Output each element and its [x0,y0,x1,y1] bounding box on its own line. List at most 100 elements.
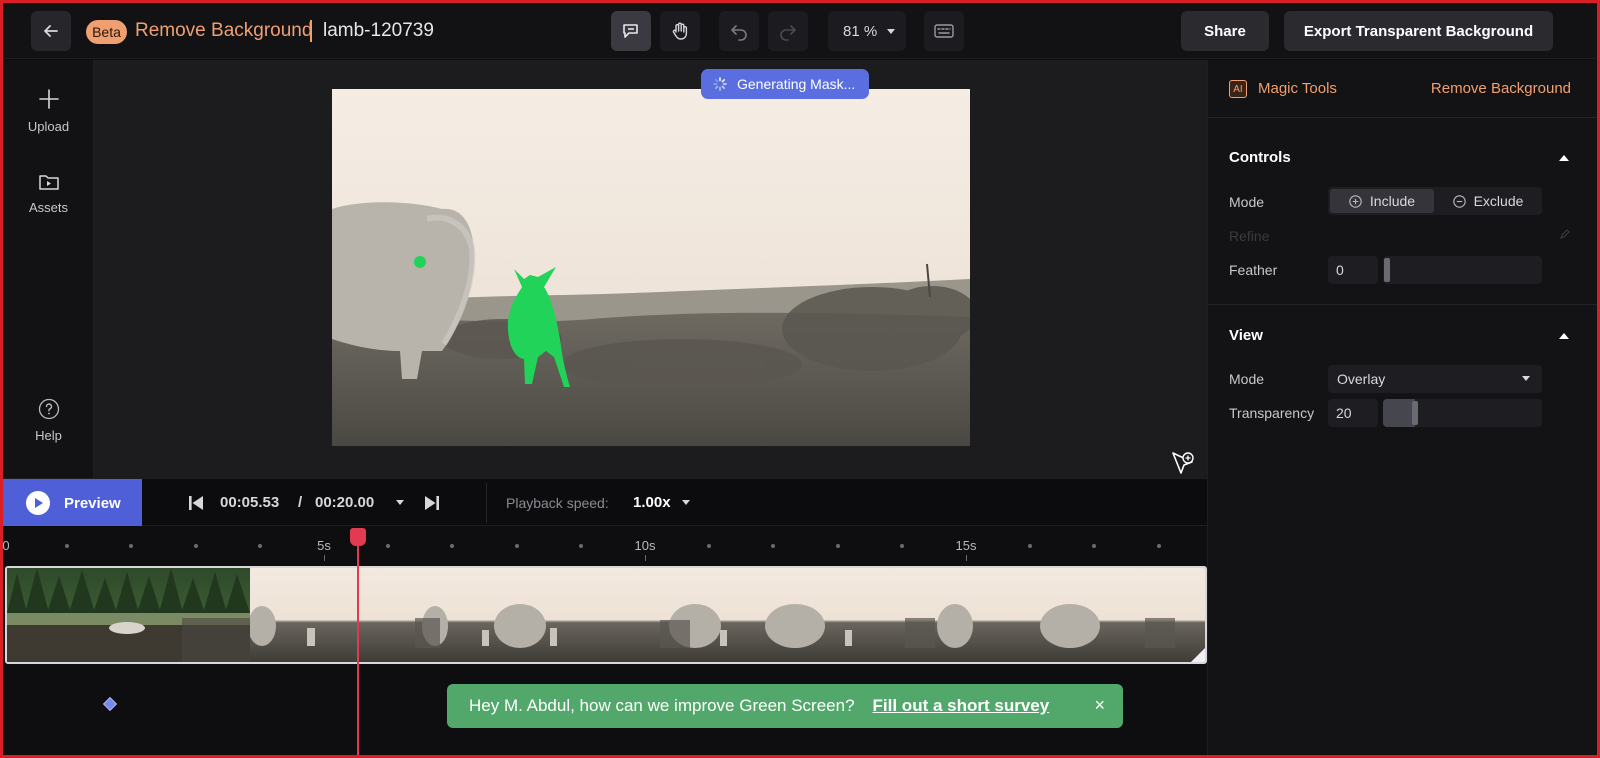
transparency-slider[interactable] [1383,399,1542,427]
tick-dot [1092,544,1097,548]
tick-mark [645,555,646,561]
select-mask-icon [623,24,638,38]
video-track[interactable] [5,566,1207,664]
transparency-label: Transparency [1229,405,1315,421]
timeline-ruler[interactable]: 0 5s 10s 15s [2,526,1225,564]
feather-label: Feather [1229,262,1278,278]
playback-speed-value[interactable]: 1.00x [633,494,671,511]
undo-button[interactable] [719,11,759,51]
transparency-input[interactable]: 20 [1328,399,1378,427]
playhead-line [357,544,360,755]
player-divider [486,483,487,523]
view-mode-select[interactable]: Overlay [1328,365,1542,393]
hand-icon [672,22,688,40]
current-time: 00:05.53 [220,494,280,511]
survey-link[interactable]: Fill out a short survey [873,696,1050,716]
skip-to-end-icon[interactable] [424,495,440,511]
plus-circle-icon [1349,194,1362,208]
keyframe-marker[interactable] [102,696,118,712]
file-name[interactable]: lamb-120739 [323,20,434,42]
sidebar-item-assets[interactable]: Assets [3,172,94,215]
chevron-down-icon[interactable] [681,499,691,507]
feather-slider-handle[interactable] [1384,258,1390,282]
skip-to-start-icon[interactable] [188,495,204,511]
include-label: Include [1369,193,1416,209]
tick-dot [771,544,776,548]
chevron-down-icon[interactable] [395,499,405,507]
keyboard-shortcuts-button[interactable] [924,11,964,51]
app-title: Remove Background [135,20,313,41]
chevron-down-icon [887,29,895,34]
tick-dot [578,544,583,548]
tick-dot [835,544,840,548]
video-frame[interactable] [332,89,970,446]
tick-mark [966,555,967,561]
sidebar-item-upload[interactable]: Upload [3,87,94,134]
mask-status-text: Generating Mask... [737,76,856,92]
tick-dot [65,544,70,548]
sidebar-item-label: Upload [27,119,70,134]
forest-thumb [7,568,250,662]
controls-section-title[interactable]: Controls [1229,149,1291,166]
tick-dot [193,544,198,548]
include-option[interactable]: Include [1330,189,1434,213]
export-button[interactable]: Export Transparent Background [1284,11,1553,51]
exclude-option[interactable]: Exclude [1436,189,1540,213]
zoom-value: 81 % [843,22,878,40]
transparency-slider-fill [1383,399,1415,427]
view-section-title[interactable]: View [1229,327,1263,344]
collapse-view-icon[interactable] [1559,333,1569,339]
playback-speed-label: Playback speed: [506,495,609,511]
magic-tools-panel: AI Magic Tools Remove Background Control… [1207,60,1598,755]
clip-thumbnail-strip [250,568,1205,662]
toast-message: Hey M. Abdul, how can we improve Green S… [469,696,855,715]
tick-label: 15s [955,538,977,553]
tick-dot [257,544,262,548]
help-icon [38,398,59,420]
zoom-select[interactable]: 81 % [828,11,906,51]
playback-bar: Preview 00:05.53 / 00:20.00 Playback spe… [3,478,1207,527]
top-bar: Beta Remove Background lamb-120739 81 % [3,3,1597,59]
editor-canvas[interactable]: Generating Mask... [94,60,1207,478]
total-time: 00:20.00 [315,494,375,511]
sidebar-item-help[interactable]: Help [3,398,94,443]
beta-badge: Beta [86,20,127,44]
clip-thumbnail [7,568,250,662]
tick-dot [1028,544,1033,548]
resize-corner-icon[interactable] [1191,648,1205,662]
pencil-icon [1560,229,1570,239]
back-button[interactable] [31,11,71,51]
preview-button[interactable]: Preview [3,479,142,527]
pan-tool-button[interactable] [660,11,700,51]
mask-status-pill: Generating Mask... [701,69,869,99]
tick-dot [1156,544,1161,548]
folder-icon [38,175,59,190]
plus-icon [38,89,59,109]
keyboard-icon [934,24,954,38]
left-sidebar: Upload Assets Help [3,60,94,478]
tick-dot [129,544,134,548]
undo-icon [731,25,747,41]
feather-input[interactable]: 0 [1328,256,1378,284]
refine-label: Refine [1229,228,1270,244]
select-tool-button[interactable] [611,11,651,51]
transparency-slider-handle[interactable] [1411,401,1418,425]
collapse-controls-icon[interactable] [1559,155,1569,161]
controls-mode-label: Mode [1229,194,1265,210]
panel-title: Magic Tools [1258,80,1337,97]
timeline[interactable]: 0 5s 10s 15s Hey M. Abdul, how can we im… [2,526,1225,755]
redo-icon [780,25,796,41]
tick-dot [386,544,391,548]
ai-badge: AI [1229,80,1247,98]
exclude-label: Exclude [1473,193,1524,209]
redo-button[interactable] [768,11,808,51]
feather-slider[interactable] [1383,256,1542,284]
preview-label: Preview [64,494,121,512]
share-button[interactable]: Share [1181,11,1269,51]
sidebar-item-label: Assets [28,200,68,215]
tick-dot [707,544,712,548]
tick-dot [514,544,519,548]
tick-mark [324,555,325,561]
close-icon[interactable]: × [1094,695,1105,716]
tick-dot [899,544,904,548]
